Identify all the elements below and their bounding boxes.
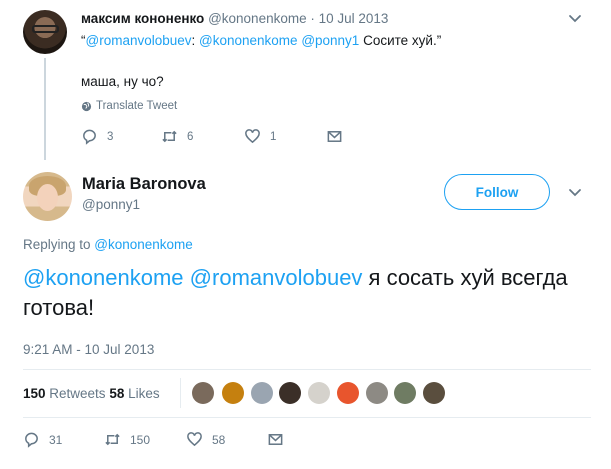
parent-tweet: максим кононенко @kononenkome · 10 Jul 2… bbox=[0, 0, 611, 165]
reply-button[interactable]: 31 bbox=[23, 431, 62, 448]
divider bbox=[23, 417, 591, 418]
reply-count: 31 bbox=[49, 432, 63, 447]
avatar[interactable] bbox=[423, 382, 445, 404]
message-button[interactable] bbox=[267, 431, 284, 448]
avatar[interactable] bbox=[394, 382, 416, 404]
avatar[interactable] bbox=[23, 172, 72, 221]
tweet-date[interactable]: 10 Jul 2013 bbox=[319, 11, 389, 26]
separator-dot: · bbox=[310, 11, 315, 26]
mention-link[interactable]: @romanvolobuev bbox=[190, 265, 363, 290]
reply-icon bbox=[25, 432, 38, 448]
like-count: 58 bbox=[212, 432, 226, 447]
avatar[interactable] bbox=[308, 382, 330, 404]
tweet-quote: “@romanvolobuev: @kononenkome @ponny1 Со… bbox=[81, 33, 441, 48]
tweet-stats: 150 Retweets 58 Likes bbox=[23, 386, 160, 401]
retweet-count: 6 bbox=[187, 130, 194, 143]
tweet-header: максим кононенко @kononenkome · 10 Jul 2… bbox=[81, 11, 388, 26]
like-count: 1 bbox=[270, 130, 277, 143]
reply-button[interactable]: 3 bbox=[81, 128, 113, 145]
mention-link[interactable]: @kononenkome bbox=[94, 237, 193, 252]
tweet-text: @kononenkome @romanvolobuev я сосать хуй… bbox=[23, 263, 583, 323]
retweet-button[interactable]: 6 bbox=[161, 128, 193, 145]
divider bbox=[180, 378, 181, 408]
mention-link[interactable]: @romanvolobuev bbox=[86, 33, 192, 48]
quote-text: Сосите хуй.” bbox=[359, 33, 442, 48]
thread-line bbox=[44, 58, 46, 160]
tweet-actions: 3 6 1 bbox=[81, 128, 381, 148]
avatar[interactable] bbox=[366, 382, 388, 404]
reply-icon bbox=[83, 129, 96, 145]
author-name[interactable]: Maria Baronova bbox=[82, 175, 206, 194]
like-icon bbox=[245, 129, 260, 144]
author-name[interactable]: максим кононенко bbox=[81, 11, 204, 26]
retweet-icon bbox=[105, 433, 120, 446]
mention-link[interactable]: @kononenkome bbox=[199, 33, 298, 48]
tweet-actions: 31 150 58 bbox=[23, 431, 323, 451]
mention-link[interactable]: @ponny1 bbox=[301, 33, 359, 48]
message-button[interactable] bbox=[326, 128, 343, 145]
retweet-count: 150 bbox=[130, 432, 151, 447]
likes-label: Likes bbox=[124, 386, 160, 401]
likes-count: 58 bbox=[109, 386, 125, 401]
avatar[interactable] bbox=[192, 382, 214, 404]
follow-button[interactable]: Follow bbox=[444, 174, 550, 210]
author-handle[interactable]: @ponny1 bbox=[82, 197, 140, 212]
likes-stat[interactable]: 58 Likes bbox=[109, 386, 159, 401]
author-handle[interactable]: @kononenkome bbox=[208, 11, 307, 26]
replying-prefix: Replying to bbox=[23, 237, 95, 252]
retweet-button[interactable]: 150 bbox=[104, 431, 150, 448]
like-button[interactable]: 58 bbox=[186, 431, 225, 448]
avatar[interactable] bbox=[279, 382, 301, 404]
avatar[interactable] bbox=[222, 382, 244, 404]
avatar[interactable] bbox=[23, 10, 67, 54]
like-icon bbox=[187, 432, 202, 447]
globe-icon bbox=[81, 101, 92, 111]
divider bbox=[23, 369, 591, 370]
retweet-icon bbox=[162, 130, 177, 143]
mention-link[interactable]: @kononenkome bbox=[23, 265, 184, 290]
tweet-text: маша, ну чо? bbox=[81, 74, 164, 89]
tweet-timestamp[interactable]: 9:21 AM - 10 Jul 2013 bbox=[23, 342, 154, 357]
replying-to: Replying to @kononenkome bbox=[23, 237, 193, 252]
retweets-count: 150 bbox=[23, 386, 46, 401]
chevron-down-icon[interactable] bbox=[568, 186, 582, 200]
message-icon bbox=[268, 434, 283, 445]
chevron-down-icon[interactable] bbox=[568, 12, 582, 26]
like-button[interactable]: 1 bbox=[244, 128, 276, 145]
avatar[interactable] bbox=[337, 382, 359, 404]
translate-label: Translate Tweet bbox=[96, 100, 178, 112]
message-icon bbox=[327, 131, 342, 142]
retweets-stat[interactable]: 150 Retweets bbox=[23, 386, 109, 401]
colon: : bbox=[191, 33, 200, 48]
avatar[interactable] bbox=[251, 382, 273, 404]
reply-count: 3 bbox=[107, 130, 114, 143]
translate-link[interactable]: Translate Tweet bbox=[81, 100, 177, 112]
retweets-label: Retweets bbox=[45, 386, 110, 401]
